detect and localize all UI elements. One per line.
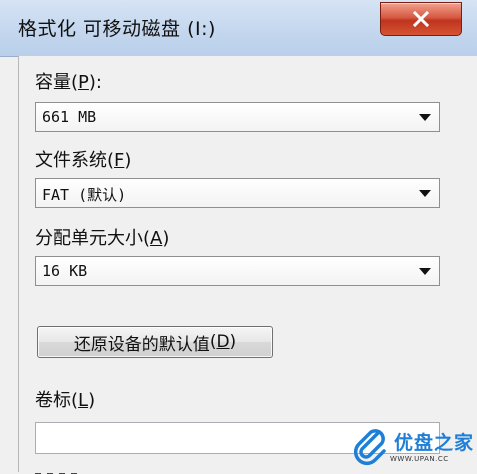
capacity-select[interactable]: 661 MB (35, 102, 440, 132)
chevron-down-icon (419, 190, 431, 197)
allocation-value: 16 KB (42, 262, 88, 280)
chevron-down-icon (419, 268, 431, 275)
watermark-url: WWW.UPAN.CC (390, 455, 449, 463)
filesystem-label: 文件系统(F) (35, 150, 132, 171)
paperclip-logo-icon (353, 429, 386, 466)
chevron-down-icon (419, 114, 431, 121)
capacity-value: 661 MB (42, 108, 97, 126)
restore-defaults-button[interactable]: 还原设备的默认值(D) (37, 326, 273, 358)
watermark-brand: 优盘之家 (394, 432, 475, 454)
filesystem-value: FAT (默认) (42, 186, 127, 204)
close-icon (412, 11, 430, 27)
watermark-logo: 优盘之家 WWW.UPAN.CC (350, 423, 475, 469)
allocation-label: 分配单元大小(A) (35, 228, 170, 249)
title-bar[interactable]: 格式化 可移动磁盘 (I:) (0, 0, 477, 57)
filesystem-select[interactable]: FAT (默认) (35, 178, 440, 208)
window-title: 格式化 可移动磁盘 (I:) (18, 18, 216, 40)
allocation-select[interactable]: 16 KB (35, 256, 440, 286)
capacity-label: 容量(P): (35, 72, 102, 93)
volume-label-label: 卷标(L) (35, 390, 96, 411)
close-button[interactable] (380, 2, 462, 36)
cut-off-label (35, 464, 185, 474)
format-dialog-body: 容量(P): 661 MB 文件系统(F) FAT (默认) 分配单元大小(A)… (18, 56, 477, 474)
